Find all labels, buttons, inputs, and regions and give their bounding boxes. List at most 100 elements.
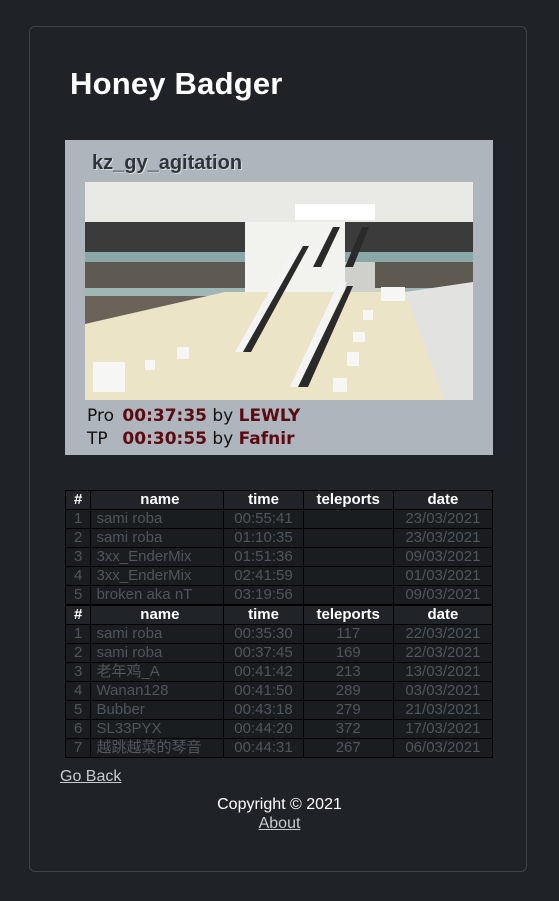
header-time: time [223, 490, 304, 510]
cell-name: SL33PYX [90, 719, 225, 739]
table-row: 2 sami roba 01:10:35 23/03/2021 [64, 528, 494, 548]
cell-time: 00:55:41 [223, 509, 304, 529]
pro-record-by: by [212, 406, 234, 426]
cell-name: Wanan128 [90, 681, 225, 701]
cell-time: 00:41:50 [223, 681, 304, 701]
cell-teleports [302, 547, 394, 567]
table-row: 1 sami roba 00:35:30 117 22/03/2021 [64, 624, 494, 644]
go-back-link[interactable]: Go Back [60, 768, 121, 786]
cell-teleports: 372 [302, 719, 394, 739]
pro-record: Pro 00:37:35 by LEWLY [87, 406, 300, 426]
cell-name: broken aka nT [90, 585, 225, 606]
page-title: Honey Badger [70, 66, 283, 101]
cell-rank: 5 [64, 585, 92, 606]
cell-date: 06/03/2021 [392, 738, 494, 758]
cell-rank: 7 [64, 738, 92, 758]
header-name: name [90, 490, 225, 510]
cell-teleports: 117 [302, 624, 394, 644]
cell-time: 00:41:42 [223, 662, 304, 682]
pro-table-header: # name time teleports date [64, 490, 494, 510]
table-row: 5 broken aka nT 03:19:56 09/03/2021 [64, 585, 494, 606]
cell-rank: 1 [64, 509, 92, 529]
cell-time: 00:44:20 [223, 719, 304, 739]
cell-time: 03:19:56 [223, 585, 304, 606]
pro-record-time: 00:37:35 [122, 406, 207, 426]
header-date: date [392, 490, 494, 510]
cell-time: 00:37:45 [223, 643, 304, 663]
cell-rank: 2 [64, 643, 92, 663]
cell-date: 01/03/2021 [392, 566, 494, 586]
cell-teleports: 169 [302, 643, 394, 663]
header-teleports: teleports [302, 604, 394, 625]
table-row: 3 3xx_EnderMix 01:51:36 09/03/2021 [64, 547, 494, 567]
tp-table-header: # name time teleports date [64, 604, 494, 625]
pro-record-player: LEWLY [238, 406, 301, 426]
cell-teleports: 267 [302, 738, 394, 758]
map-panel: kz_gy_agitation Pro 00:37:35 by LEWLY TP… [65, 140, 493, 455]
cell-teleports: 279 [302, 700, 394, 720]
cell-name: sami roba [90, 509, 225, 529]
cell-time: 01:51:36 [223, 547, 304, 567]
about-link-wrapper: About [0, 815, 559, 833]
header-rank: # [64, 490, 92, 510]
cell-name: 3xx_EnderMix [90, 547, 225, 567]
cell-time: 01:10:35 [223, 528, 304, 548]
cell-date: 09/03/2021 [392, 585, 494, 606]
cell-date: 21/03/2021 [392, 700, 494, 720]
cell-date: 13/03/2021 [392, 662, 494, 682]
times-table: # name time teleports date 1 sami roba 0… [64, 490, 494, 758]
cell-rank: 4 [64, 566, 92, 586]
cell-teleports: 213 [302, 662, 394, 682]
cell-rank: 2 [64, 528, 92, 548]
cell-date: 09/03/2021 [392, 547, 494, 567]
about-link[interactable]: About [259, 815, 301, 832]
table-row: 4 3xx_EnderMix 02:41:59 01/03/2021 [64, 566, 494, 586]
table-row: 1 sami roba 00:55:41 23/03/2021 [64, 509, 494, 529]
cell-name: 老年鸡_A [90, 662, 225, 682]
cell-rank: 3 [64, 547, 92, 567]
table-row: 2 sami roba 00:37:45 169 22/03/2021 [64, 643, 494, 663]
cell-date: 17/03/2021 [392, 719, 494, 739]
header-teleports: teleports [302, 490, 394, 510]
header-date: date [392, 604, 494, 625]
cell-name: Bubber [90, 700, 225, 720]
cell-date: 23/03/2021 [392, 528, 494, 548]
table-row: 7 越跳越菜的琴音 00:44:31 267 06/03/2021 [64, 738, 494, 758]
cell-teleports [302, 509, 394, 529]
cell-teleports [302, 585, 394, 606]
cell-date: 23/03/2021 [392, 509, 494, 529]
cell-name: sami roba [90, 528, 225, 548]
cell-time: 00:44:31 [223, 738, 304, 758]
cell-name: 越跳越菜的琴音 [90, 738, 225, 758]
cell-rank: 6 [64, 719, 92, 739]
cell-date: 03/03/2021 [392, 681, 494, 701]
cell-teleports: 289 [302, 681, 394, 701]
cell-name: sami roba [90, 643, 225, 663]
cell-rank: 5 [64, 700, 92, 720]
header-time: time [223, 604, 304, 625]
cell-rank: 4 [64, 681, 92, 701]
cell-name: sami roba [90, 624, 225, 644]
table-row: 3 老年鸡_A 00:41:42 213 13/03/2021 [64, 662, 494, 682]
cell-teleports [302, 566, 394, 586]
header-name: name [90, 604, 225, 625]
cell-time: 00:35:30 [223, 624, 304, 644]
map-preview-image [85, 182, 473, 400]
cell-date: 22/03/2021 [392, 624, 494, 644]
header-rank: # [64, 604, 92, 625]
cell-time: 00:43:18 [223, 700, 304, 720]
tp-record-time: 00:30:55 [122, 429, 207, 449]
pro-record-label: Pro [87, 406, 114, 426]
cell-rank: 3 [64, 662, 92, 682]
cell-time: 02:41:59 [223, 566, 304, 586]
cell-rank: 1 [64, 624, 92, 644]
tp-record-label: TP [87, 429, 108, 449]
cell-date: 22/03/2021 [392, 643, 494, 663]
table-row: 6 SL33PYX 00:44:20 372 17/03/2021 [64, 719, 494, 739]
copyright-text: Copyright © 2021 [217, 796, 342, 813]
cell-teleports [302, 528, 394, 548]
tp-record-player: Fafnir [238, 429, 295, 449]
tp-record-by: by [212, 429, 234, 449]
table-row: 5 Bubber 00:43:18 279 21/03/2021 [64, 700, 494, 720]
tp-record: TP 00:30:55 by Fafnir [87, 429, 294, 449]
